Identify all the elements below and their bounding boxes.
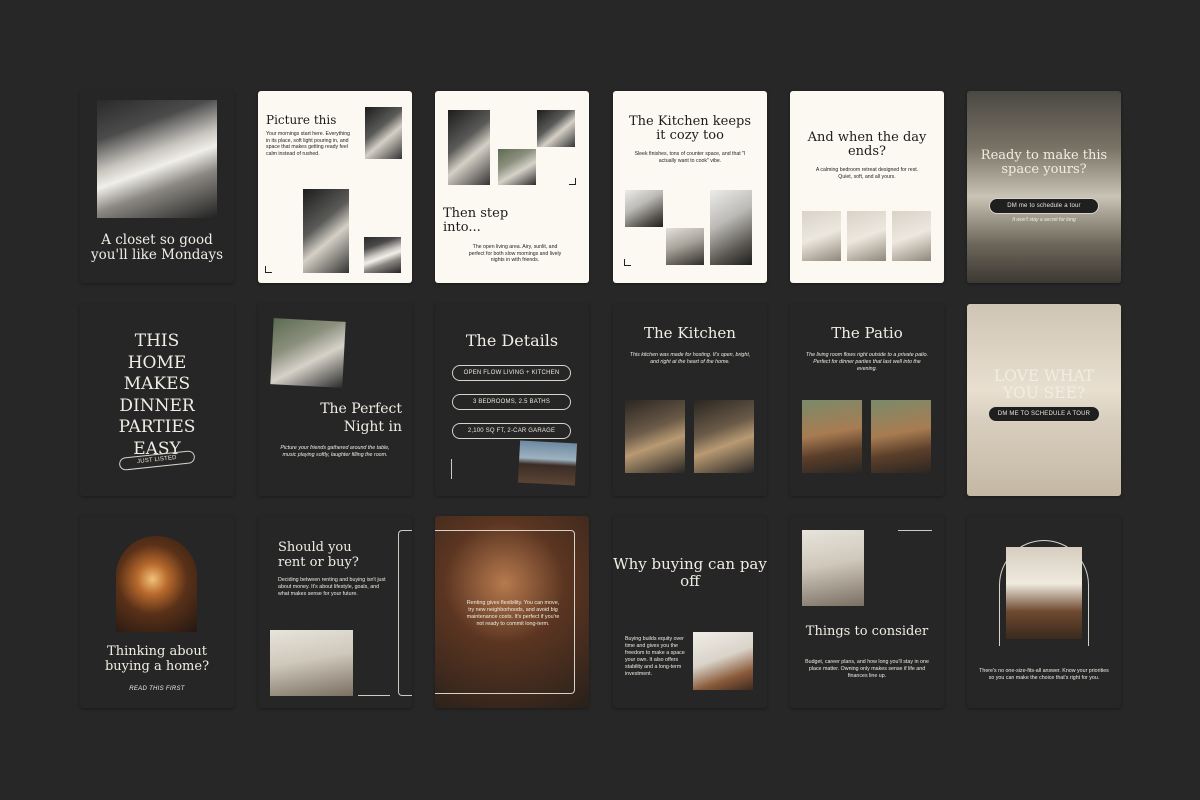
headline: THIS HOME MAKES DINNER PARTIES EASY — [80, 331, 234, 460]
post-title: The Kitchen keeps it cozy too — [628, 114, 752, 143]
post-the-kitchen[interactable]: The Kitchen This kitchen was made for ho… — [613, 304, 767, 496]
post-renting-flexibility[interactable]: Renting gives flexibility. You can move,… — [435, 516, 589, 708]
post-details[interactable]: The Details OPEN FLOW LIVING + KITCHEN 3… — [435, 304, 589, 496]
headline-line: THIS — [134, 331, 180, 351]
detail-pill: 3 BEDROOMS, 2.5 BATHS — [452, 394, 571, 410]
dining-photo — [498, 149, 536, 185]
post-body: The open living area. Airy, sunlit, and … — [468, 244, 562, 264]
post-note: It won't stay a secret for long — [1012, 217, 1076, 223]
headline-line: DINNER — [119, 395, 195, 416]
bedroom-photo-1 — [802, 211, 841, 261]
post-body: Deciding between renting and buying isn'… — [278, 577, 386, 597]
post-dinner-parties[interactable]: THIS HOME MAKES DINNER PARTIES EASY JUST… — [80, 304, 234, 496]
post-body: Renting gives flexibility. You can move,… — [466, 600, 560, 627]
bedroom-photo-3 — [892, 211, 931, 261]
house-photo — [517, 440, 578, 486]
post-title: A closet so good you'll like Mondays — [90, 232, 224, 263]
post-body: Sleek finishes, tons of counter space, a… — [634, 151, 746, 164]
post-title: The Details — [465, 331, 559, 350]
closet-photo-small — [365, 107, 402, 159]
living-room-photo — [270, 318, 346, 388]
post-rent-or-buy[interactable]: Should you rent or buy? Deciding between… — [258, 516, 412, 708]
post-title: And when the day ends? — [807, 130, 927, 159]
post-body: Buying builds equity over time and gives… — [625, 636, 685, 677]
corner-mark — [569, 178, 576, 185]
kitchen-photo-3 — [710, 190, 752, 265]
kitchen-photo-1 — [625, 400, 685, 473]
post-title: The Kitchen — [644, 324, 736, 342]
bedroom-photo-2 — [847, 211, 886, 261]
post-step-into[interactable]: Then step into... The open living area. … — [435, 91, 589, 283]
living-photo — [802, 530, 864, 606]
corner-mark — [624, 259, 631, 266]
cta-button[interactable]: DM me to schedule a tour — [989, 198, 1099, 214]
post-body: Your mornings start here. Everything in … — [266, 131, 351, 157]
living-photo — [537, 110, 575, 147]
post-body: Picture your friends gathered around the… — [280, 445, 390, 458]
post-title: Picture this — [266, 113, 337, 127]
post-ready-to-make[interactable]: Ready to make this space yours? DM me to… — [967, 91, 1121, 283]
post-no-one-size[interactable]: There's no one-size-fits-all answer. Kno… — [967, 516, 1121, 708]
post-title: Should you rent or buy? — [278, 540, 359, 570]
post-body: Budget, career plans, and how long you'l… — [805, 659, 929, 679]
vanity-photo — [303, 189, 349, 273]
kitchen-photo-2 — [694, 400, 754, 473]
post-title: Why buying can pay off — [613, 555, 767, 590]
fireplace-photo — [448, 110, 490, 185]
post-title: The Patio — [831, 324, 903, 342]
kitchen-photo-2 — [666, 228, 704, 265]
accent-line — [358, 695, 390, 696]
post-closet[interactable]: A closet so good you'll like Mondays — [80, 91, 234, 283]
headline-line: PARTIES — [118, 417, 196, 437]
detail-pill: OPEN FLOW LIVING + KITCHEN — [452, 365, 571, 381]
frame-line — [398, 530, 412, 696]
post-body: A calming bedroom retreat designed for r… — [815, 167, 919, 180]
patio-photo-2 — [871, 400, 931, 473]
post-body: The living room flows right outside to a… — [805, 352, 929, 372]
post-body: This kitchen was made for hosting. It's … — [629, 352, 751, 365]
post-perfect-night[interactable]: The Perfect Night in Picture your friend… — [258, 304, 412, 496]
headline-line: MAKES — [123, 374, 191, 394]
accent-line — [898, 530, 932, 531]
detail-pill: 2,100 SQ FT, 2-CAR GARAGE — [452, 423, 571, 439]
accent-line — [451, 459, 452, 479]
post-title: LOVE WHAT YOU SEE? — [993, 367, 1095, 402]
post-title: Ready to make this space yours? — [980, 148, 1108, 177]
console-photo — [1006, 547, 1082, 639]
headline-line: HOME — [127, 352, 187, 373]
cta-button[interactable]: DM ME TO SCHEDULE A TOUR — [988, 406, 1100, 422]
shelf-photo — [364, 237, 401, 273]
post-things-consider[interactable]: Things to consider Budget, career plans,… — [790, 516, 944, 708]
closet-photo — [97, 100, 217, 218]
post-title: Then step into... — [443, 206, 509, 235]
post-picture-this[interactable]: Picture this Your mornings start here. E… — [258, 91, 412, 283]
living-photo — [693, 632, 753, 690]
arched-photo — [116, 536, 197, 632]
post-why-buying[interactable]: Why buying can pay off Buying builds equ… — [613, 516, 767, 708]
read-first-label: READ THIS FIRST — [129, 686, 185, 692]
sofa-photo — [270, 630, 353, 696]
post-title: Thinking about buying a home? — [104, 644, 210, 674]
post-kitchen-cozy[interactable]: The Kitchen keeps it cozy too Sleek fini… — [613, 91, 767, 283]
kitchen-photo-1 — [625, 190, 663, 227]
corner-mark — [265, 266, 272, 273]
post-day-ends[interactable]: And when the day ends? A calming bedroom… — [790, 91, 944, 283]
post-title: Things to consider — [805, 624, 929, 639]
post-thinking-buying[interactable]: Thinking about buying a home? READ THIS … — [80, 516, 234, 708]
post-title: The Perfect Night in — [320, 401, 402, 435]
post-the-patio[interactable]: The Patio The living room flows right ou… — [790, 304, 944, 496]
post-body: There's no one-size-fits-all answer. Kno… — [979, 668, 1109, 681]
patio-photo-1 — [802, 400, 862, 473]
post-love-what-you-see[interactable]: LOVE WHAT YOU SEE? DM ME TO SCHEDULE A T… — [967, 304, 1121, 496]
